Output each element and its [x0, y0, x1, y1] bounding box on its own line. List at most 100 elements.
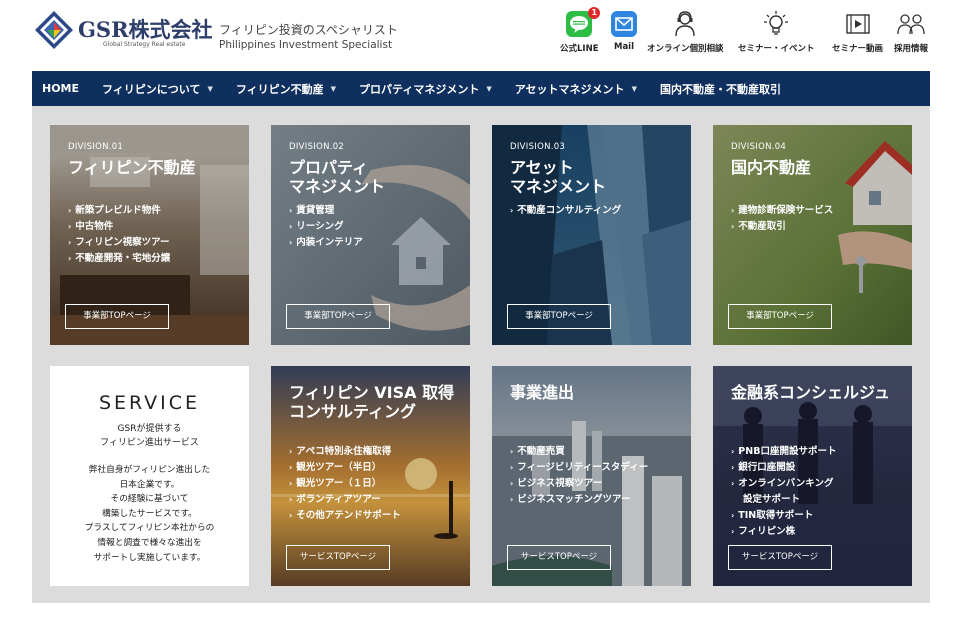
division-number: DIVISION.01	[68, 142, 124, 152]
service-description-line: 弊社自身がフィリピン進出した	[88, 465, 211, 475]
arrow-right-icon: ›	[510, 447, 514, 456]
service-top-button[interactable]: サービスTOPページ	[728, 545, 832, 570]
lightbulb-icon	[764, 11, 789, 35]
arrow-right-icon: ›	[68, 222, 72, 231]
list-item-label: 建物診断保険サービス	[738, 205, 834, 216]
division-number: DIVISION.02	[289, 142, 345, 152]
list-item[interactable]: › 中古物件	[68, 219, 170, 235]
service-card-visa-consulting[interactable]: フィリピン VISA 取得 コンサルティング › アペコ特別永住権取得 › 観光ツア…	[271, 366, 470, 586]
arrow-right-icon: ›	[731, 447, 735, 456]
division-item-list: › 不動産コンサルティング	[510, 203, 621, 219]
division-top-button[interactable]: 事業部TOPページ	[507, 304, 611, 329]
nav-item-label: フィリピンについて	[102, 82, 201, 96]
list-item[interactable]: › 賃貸管理	[289, 203, 363, 219]
list-item[interactable]: › ビジネス視察ツアー	[510, 476, 648, 492]
division-item-list: › 新築プレビルド物件 › 中古物件 › フィリピン視察ツアー › 不動産開発・宅地分譲	[68, 203, 170, 267]
list-item-label: 不動産開発・宅地分譲	[75, 253, 171, 264]
list-item[interactable]: › 建物診断保険サービス	[731, 203, 833, 219]
division-card-domestic-realestate[interactable]: DIVISION.04 国内不動産 › 建物診断保険サービス › 不動産取引 事業部…	[713, 125, 912, 345]
list-item[interactable]: › 内装インテリア	[289, 235, 363, 251]
header-nav-online-consult[interactable]: オンライン個別相談	[647, 10, 724, 60]
list-item[interactable]: › 新築プレビルド物件	[68, 203, 170, 219]
list-item-label: 中古物件	[75, 221, 114, 232]
service-description-line: 情報と調査で様々な進出を	[97, 537, 202, 548]
header-nav-label: オンライン個別相談	[647, 44, 724, 54]
division-title-line: マネジメント	[510, 177, 607, 196]
nav-item-property-management[interactable]: プロパティマネジメント ▼	[359, 81, 492, 97]
list-item[interactable]: › リーシング	[289, 219, 363, 235]
header-nav-label: 採用情報	[894, 44, 929, 54]
arrow-right-icon: ›	[289, 447, 293, 456]
tagline: フィリピン投資のスペシャリスト Philippines Investment S…	[219, 21, 398, 51]
header-nav-recruit[interactable]: 採用情報	[894, 10, 928, 60]
chevron-down-icon: ▼	[486, 84, 492, 93]
nav-item-philippine-realestate[interactable]: フィリピン不動産 ▼	[236, 81, 336, 97]
list-item-label-continued: 設定サポート	[743, 494, 801, 505]
brand-name[interactable]: GSR株式会社	[78, 14, 213, 44]
service-intro-panel: SERVICE GSRが提供する フィリピン進出サービス 弊社自身がフィリピン進…	[50, 366, 249, 586]
service-card-business-expansion[interactable]: 事業進出 › 不動産売買 › フィージビリティースタディー › ビジネス視察ツアー ›…	[492, 366, 691, 586]
list-item[interactable]: › 不動産売買	[510, 444, 648, 460]
header-nav-label: 公式LINE	[560, 44, 599, 54]
list-item-label: 観光ツアー（半日）	[296, 462, 382, 473]
list-item[interactable]: › 観光ツアー（１日）	[289, 476, 401, 492]
division-title: 国内不動産	[731, 158, 811, 177]
list-item[interactable]: › オンラインバンキング 設定サポート	[731, 476, 836, 508]
list-item[interactable]: › 不動産取引	[731, 219, 833, 235]
list-item[interactable]: › ビジネスマッチングツアー	[510, 492, 648, 508]
service-card-finance-concierge[interactable]: 金融系コンシェルジュ › PNB口座開設サポート › 銀行口座開設 › オンラインバン…	[713, 366, 912, 586]
list-item[interactable]: › フィリピン視察ツアー	[68, 235, 170, 251]
header-nav-seminar-video[interactable]: セミナー動画	[832, 10, 883, 60]
list-item[interactable]: › 不動産開発・宅地分譲	[68, 251, 170, 267]
arrow-right-icon: ›	[510, 463, 514, 472]
nav-item-home[interactable]: HOME	[42, 82, 79, 95]
list-item[interactable]: › フィリピン株	[731, 524, 836, 540]
division-card-philippine-realestate[interactable]: DIVISION.01 フィリピン不動産 › 新築プレビルド物件 › 中古物件 › フ…	[50, 125, 249, 345]
list-item[interactable]: › PNB口座開設サポート	[731, 444, 836, 460]
division-number: DIVISION.03	[510, 142, 566, 152]
list-item[interactable]: › 銀行口座開設	[731, 460, 836, 476]
tagline-jp: フィリピン投資のスペシャリスト	[219, 23, 398, 37]
main-nav: HOME フィリピンについて ▼ フィリピン不動産 ▼ プロパティマネジメント ▼ ア…	[32, 71, 930, 106]
division-title-line: フィリピン不動産	[68, 158, 196, 177]
division-card-property-management[interactable]: DIVISION.02 プロパティ マネジメント › 賃貸管理 › リーシング › 内…	[271, 125, 470, 345]
list-item-label: 不動産取引	[738, 221, 786, 232]
list-item-label: その他アテンドサポート	[296, 510, 401, 521]
service-top-button[interactable]: サービスTOPページ	[507, 545, 611, 570]
arrow-right-icon: ›	[289, 238, 293, 247]
service-top-button[interactable]: サービスTOPページ	[286, 545, 390, 570]
nav-item-asset-management[interactable]: アセットマネジメント ▼	[515, 81, 637, 97]
service-title: 金融系コンシェルジュ	[731, 383, 890, 402]
list-item[interactable]: › アペコ特別永住権取得	[289, 444, 401, 460]
nav-item-about-philippines[interactable]: フィリピンについて ▼	[102, 81, 213, 97]
arrow-right-icon: ›	[731, 206, 735, 215]
division-card-asset-management[interactable]: DIVISION.03 アセット マネジメント › 不動産コンサルティング 事業部…	[492, 125, 691, 345]
list-item[interactable]: › 不動産コンサルティング	[510, 203, 621, 219]
list-item[interactable]: › TIN取得サポート	[731, 508, 836, 524]
list-item[interactable]: › フィージビリティースタディー	[510, 460, 648, 476]
list-item[interactable]: › ボランティアツアー	[289, 492, 401, 508]
list-item[interactable]: › その他アテンドサポート	[289, 508, 401, 524]
gsr-logo-icon[interactable]	[34, 10, 74, 50]
list-item-label: 銀行口座開設	[738, 462, 796, 473]
site-header: GSR株式会社 Global Strategy Real estate フィリピ…	[0, 0, 960, 70]
header-nav-line[interactable]: 1 公式LINE	[560, 7, 601, 60]
division-title: フィリピン不動産	[68, 158, 196, 177]
arrow-right-icon: ›	[731, 511, 735, 520]
list-item-label: 観光ツアー（１日）	[296, 478, 382, 489]
division-top-button[interactable]: 事業部TOPページ	[65, 304, 169, 329]
list-item-label: フィリピン株	[738, 526, 796, 537]
service-title-line: フィリピン VISA 取得	[289, 383, 455, 402]
service-description-line: 構築したサービスです。	[102, 508, 197, 519]
division-title-line: 国内不動産	[731, 158, 812, 177]
tagline-en: Philippines Investment Specialist	[219, 39, 393, 51]
division-top-button[interactable]: 事業部TOPページ	[286, 304, 390, 329]
header-nav-mail[interactable]: Mail	[610, 10, 638, 60]
service-subheading: GSRが提供する	[117, 424, 182, 434]
division-top-button[interactable]: 事業部TOPページ	[728, 304, 832, 329]
header-nav-seminar[interactable]: セミナー・イベント	[738, 10, 815, 60]
header-nav-label: セミナー動画	[832, 44, 884, 54]
nav-item-domestic-realestate[interactable]: 国内不動産・不動産取引	[660, 81, 781, 97]
arrow-right-icon: ›	[510, 495, 514, 504]
list-item[interactable]: › 観光ツアー（半日）	[289, 460, 401, 476]
